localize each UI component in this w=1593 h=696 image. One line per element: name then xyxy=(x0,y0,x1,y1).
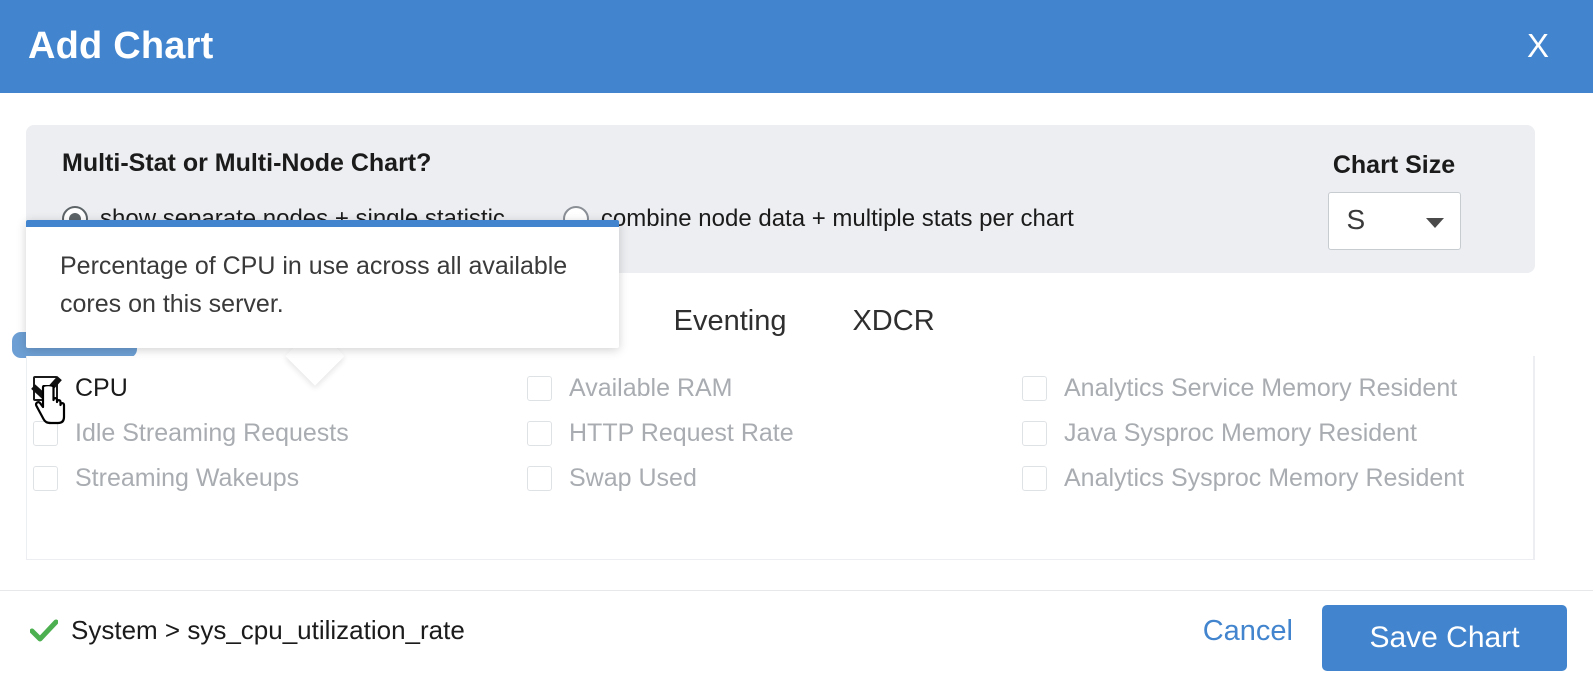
status-badge: System > sys_cpu_utilization_rate xyxy=(30,615,465,646)
stat-checkbox-swap-used[interactable]: Swap Used xyxy=(527,456,1022,501)
chart-size-block: Chart Size S xyxy=(1299,149,1489,250)
stat-checkbox-java-sysproc-memory-resident[interactable]: Java Sysproc Memory Resident xyxy=(1022,411,1517,456)
save-chart-button[interactable]: Save Chart xyxy=(1322,605,1567,671)
page-title: Add Chart xyxy=(28,22,213,70)
stat-label-analytics-sysproc-memory-resident: Analytics Sysproc Memory Resident xyxy=(1064,464,1464,493)
stat-label-swap-used: Swap Used xyxy=(569,464,697,493)
checkbox-icon[interactable] xyxy=(527,466,552,491)
tab-eventing-label: Eventing xyxy=(674,305,787,337)
chart-size-select[interactable]: S xyxy=(1328,192,1461,250)
checkbox-icon[interactable] xyxy=(33,466,58,491)
stat-checkbox-analytics-service-memory-resident[interactable]: Analytics Service Memory Resident xyxy=(1022,366,1517,411)
stats-columns: CPU Idle Streaming Requests Streaming Wa… xyxy=(27,366,1536,501)
dialog-footer: System > sys_cpu_utilization_rate Cancel… xyxy=(0,591,1593,696)
stat-checkbox-http-request-rate[interactable]: HTTP Request Rate xyxy=(527,411,1022,456)
radio-option-combine-nodes[interactable]: combine node data + multiple stats per c… xyxy=(563,205,1074,233)
tooltip-text: Percentage of CPU in use across all avai… xyxy=(60,247,600,323)
stat-label-streaming-wakeups: Streaming Wakeups xyxy=(75,464,299,493)
stats-panel-divider xyxy=(1533,356,1534,560)
stat-checkbox-cpu[interactable]: CPU xyxy=(33,366,527,411)
stat-label-available-ram: Available RAM xyxy=(569,374,733,403)
tab-xdcr-label: XDCR xyxy=(852,305,934,337)
stats-column-2: Available RAM HTTP Request Rate Swap Use… xyxy=(527,366,1022,501)
tab-eventing[interactable]: Eventing xyxy=(674,305,787,342)
stat-checkbox-idle-streaming-requests[interactable]: Idle Streaming Requests xyxy=(33,411,527,456)
stat-checkbox-streaming-wakeups[interactable]: Streaming Wakeups xyxy=(33,456,527,501)
stat-label-analytics-service-memory-resident: Analytics Service Memory Resident xyxy=(1064,374,1457,403)
stat-label-idle-streaming-requests: Idle Streaming Requests xyxy=(75,419,349,448)
cpu-stat-tooltip: Percentage of CPU in use across all avai… xyxy=(26,220,619,348)
chart-size-value: S xyxy=(1347,204,1366,236)
tab-xdcr[interactable]: XDCR xyxy=(852,305,934,342)
dialog-header: Add Chart X xyxy=(0,0,1593,93)
stats-checkbox-panel: CPU Idle Streaming Requests Streaming Wa… xyxy=(26,356,1535,560)
stats-column-1: CPU Idle Streaming Requests Streaming Wa… xyxy=(27,366,527,501)
checkbox-icon[interactable] xyxy=(1022,376,1047,401)
checkbox-icon[interactable] xyxy=(1022,466,1047,491)
checkbox-icon[interactable] xyxy=(33,421,58,446)
status-text: System > sys_cpu_utilization_rate xyxy=(71,615,465,646)
checkbox-icon[interactable] xyxy=(527,421,552,446)
chart-size-label: Chart Size xyxy=(1299,149,1489,181)
stat-checkbox-analytics-sysproc-memory-resident[interactable]: Analytics Sysproc Memory Resident xyxy=(1022,456,1517,501)
close-icon[interactable]: X xyxy=(1527,22,1549,70)
checkbox-icon[interactable] xyxy=(33,376,58,401)
add-chart-dialog: Add Chart X Multi-Stat or Multi-Node Cha… xyxy=(0,0,1593,696)
stats-column-3: Analytics Service Memory Resident Java S… xyxy=(1022,366,1517,501)
radio-label-combine-nodes: combine node data + multiple stats per c… xyxy=(601,205,1074,233)
chevron-down-icon xyxy=(1426,218,1444,228)
check-mark-icon xyxy=(30,619,58,643)
stat-label-http-request-rate: HTTP Request Rate xyxy=(569,419,794,448)
multi-stat-question-label: Multi-Stat or Multi-Node Chart? xyxy=(62,149,431,178)
stat-label-cpu: CPU xyxy=(75,374,128,403)
stat-checkbox-available-ram[interactable]: Available RAM xyxy=(527,366,1022,411)
checkbox-icon[interactable] xyxy=(1022,421,1047,446)
cancel-button[interactable]: Cancel xyxy=(1203,615,1293,648)
stat-label-java-sysproc-memory-resident: Java Sysproc Memory Resident xyxy=(1064,419,1417,448)
checkbox-icon[interactable] xyxy=(527,376,552,401)
